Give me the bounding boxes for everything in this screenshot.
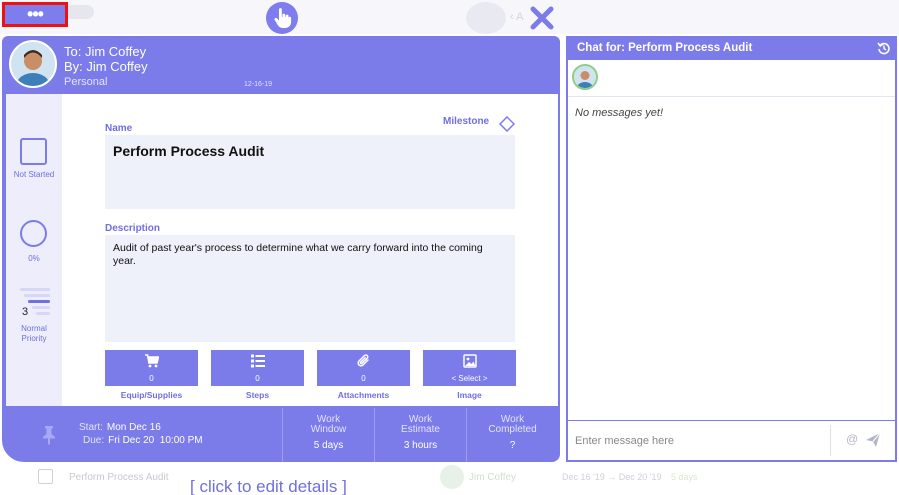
group-avatar xyxy=(466,2,506,34)
task-header: To: Jim Coffey By: Jim Coffey Personal 1… xyxy=(2,36,560,94)
mention-icon[interactable]: @ xyxy=(846,432,858,446)
row-user-name: Jim Coffey xyxy=(469,472,517,483)
work-estimate[interactable]: Work Estimate 3 hours xyxy=(374,408,466,462)
close-icon xyxy=(530,6,554,30)
equip-supplies-count: 0 xyxy=(149,374,154,383)
equip-supplies-tile[interactable]: 0 xyxy=(105,350,198,386)
chat-messages: No messages yet! xyxy=(568,60,895,420)
task-details-panel: Name Milestone Perform Process Audit Des… xyxy=(62,94,558,406)
toggle-pill[interactable] xyxy=(64,5,94,19)
history-icon[interactable] xyxy=(877,41,891,55)
row-task-name: Perform Process Audit xyxy=(69,472,169,483)
work-window-value: 5 days xyxy=(313,440,344,451)
chat-participant-avatar xyxy=(572,64,598,90)
work-completed-value: ? xyxy=(509,440,516,451)
chat-panel: Chat for: Perform Process Audit No messa… xyxy=(566,36,897,462)
close-button[interactable] xyxy=(526,2,558,34)
work-window[interactable]: Work Window 5 days xyxy=(282,408,374,462)
steps-tile[interactable]: 0 xyxy=(211,350,304,386)
priority-number: 3 xyxy=(22,306,29,318)
task-footer: Start: Mon Dec 16 Due: Fri Dec 20 10:00 PM… xyxy=(2,408,560,462)
task-date: 12-16-19 xyxy=(244,81,273,88)
image-label: Image xyxy=(457,390,482,400)
chat-title: Chat for: Perform Process Audit xyxy=(577,42,753,54)
by-name: Jim Coffey xyxy=(86,59,148,74)
status-checkbox[interactable] xyxy=(20,138,47,165)
cart-icon xyxy=(144,354,159,368)
row-avatar xyxy=(440,465,464,489)
list-icon xyxy=(250,354,265,368)
hand-pointer-button[interactable] xyxy=(266,2,298,34)
description-label: Description xyxy=(105,223,161,234)
priority-bar xyxy=(32,306,50,309)
status-rail: Not Started 0% 3 Normal Priority xyxy=(6,94,62,406)
edit-details-link[interactable]: [ click to edit details ] xyxy=(190,477,347,495)
send-icon[interactable] xyxy=(865,432,881,448)
more-options-button[interactable]: ••• xyxy=(2,2,68,27)
progress-ring[interactable] xyxy=(20,220,47,247)
priority-bar xyxy=(24,294,50,297)
app-topbar xyxy=(0,0,899,34)
priority-bar xyxy=(36,312,50,315)
to-line: To: Jim Coffey xyxy=(64,44,147,59)
to-name: Jim Coffey xyxy=(84,44,147,59)
priority-bar xyxy=(20,288,50,291)
task-category: Personal xyxy=(64,76,108,88)
attachments-label: Attachments xyxy=(337,390,390,400)
hand-pointer-icon xyxy=(274,8,292,28)
start-date: Start: Mon Dec 16 xyxy=(79,422,161,433)
paperclip-icon xyxy=(356,354,369,367)
image-icon xyxy=(462,354,477,368)
image-tile[interactable]: < Select > xyxy=(423,350,516,386)
progress-label: 0% xyxy=(28,254,40,263)
task-body: Not Started 0% 3 Normal Priority Name Mil… xyxy=(2,94,560,408)
diamond-icon[interactable] xyxy=(499,116,515,132)
assignee-avatar xyxy=(9,40,57,88)
description-field[interactable]: Audit of past year's process to determin… xyxy=(105,235,515,342)
priority-label: Normal Priority xyxy=(21,324,47,343)
equip-supplies-label: Equip/Supplies xyxy=(120,390,183,400)
milestone-label[interactable]: Milestone xyxy=(443,116,489,127)
status-label: Not Started xyxy=(13,170,55,179)
image-select: < Select > xyxy=(451,374,488,383)
name-label: Name xyxy=(105,123,133,134)
row-days: 5 days xyxy=(671,472,698,482)
steps-count: 0 xyxy=(255,374,260,383)
attachments-tile[interactable]: 0 xyxy=(317,350,410,386)
faded-label: ‹ A xyxy=(510,11,524,23)
background-task-row: Perform Process Audit Jim Coffey Dec 16 … xyxy=(0,460,899,495)
person-avatar-icon xyxy=(11,42,55,86)
chat-divider xyxy=(568,96,895,97)
due-date: Due: Fri Dec 20 10:00 PM xyxy=(83,435,203,446)
no-messages-text: No messages yet! xyxy=(575,107,664,119)
chat-message-input[interactable] xyxy=(568,421,830,460)
chat-compose: @ xyxy=(568,421,895,460)
priority-bar xyxy=(28,300,50,303)
attachments-count: 0 xyxy=(361,374,366,383)
person-avatar-icon xyxy=(574,66,596,88)
work-estimate-value: 3 hours xyxy=(403,440,438,451)
task-name-field[interactable]: Perform Process Audit xyxy=(105,135,515,209)
row-dates: Dec 16 '19 → Dec 20 '19 xyxy=(562,472,662,482)
pin-icon[interactable] xyxy=(38,424,60,446)
steps-label: Steps xyxy=(245,390,270,400)
task-modal: To: Jim Coffey By: Jim Coffey Personal 1… xyxy=(2,36,560,462)
by-line: By: Jim Coffey xyxy=(64,59,148,74)
row-checkbox[interactable] xyxy=(38,469,53,484)
compose-divider xyxy=(830,425,831,456)
work-completed[interactable]: Work Completed ? xyxy=(466,408,558,462)
